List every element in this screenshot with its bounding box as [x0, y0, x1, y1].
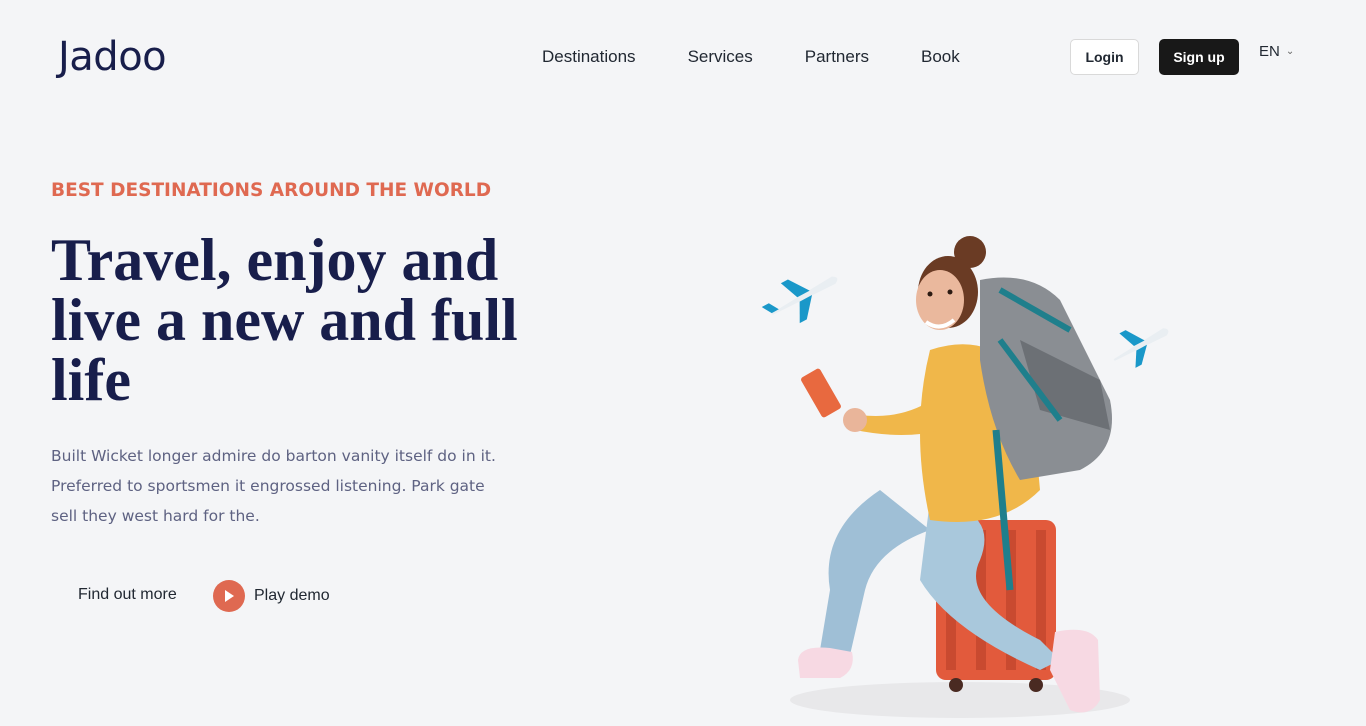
language-label: EN: [1259, 43, 1280, 60]
find-out-more-button[interactable]: Find out more: [78, 586, 177, 604]
traveler-illustration: [761, 236, 1169, 718]
headline-line: Travel, enjoy and: [51, 227, 499, 293]
hero-headline: Travel, enjoy and live a new and full li…: [51, 230, 571, 410]
nav-partners[interactable]: Partners: [805, 46, 869, 68]
description-line: Built Wicket longer admire do barton van…: [51, 447, 496, 465]
logo[interactable]: Jadoo: [58, 34, 167, 80]
nav-book[interactable]: Book: [921, 46, 960, 68]
nav-destinations[interactable]: Destinations: [542, 46, 636, 68]
login-button[interactable]: Login: [1070, 39, 1139, 75]
description-line: sell they west hard for the.: [51, 507, 260, 525]
play-demo-button[interactable]: Play demo: [213, 580, 330, 612]
signup-button[interactable]: Sign up: [1159, 39, 1239, 75]
play-icon: [213, 580, 245, 612]
plane-icon: [1113, 328, 1169, 368]
hero-description: Built Wicket longer admire do barton van…: [51, 441, 521, 531]
nav-services[interactable]: Services: [688, 46, 753, 68]
play-demo-label: Play demo: [254, 587, 330, 604]
plane-icon: [761, 276, 838, 324]
description-line: Preferred to sportsmen it engrossed list…: [51, 477, 485, 495]
language-selector[interactable]: EN ⌄: [1259, 43, 1294, 60]
headline-line: life: [51, 347, 131, 413]
main-nav: Destinations Services Partners Book: [542, 46, 1012, 68]
chevron-down-icon: ⌄: [1285, 46, 1295, 57]
headline-line: live a new and full: [51, 287, 518, 353]
hero-eyebrow: BEST DESTINATIONS AROUND THE WORLD: [51, 180, 492, 201]
landing-page: Jadoo Destinations Services Partners Boo…: [0, 0, 1366, 726]
